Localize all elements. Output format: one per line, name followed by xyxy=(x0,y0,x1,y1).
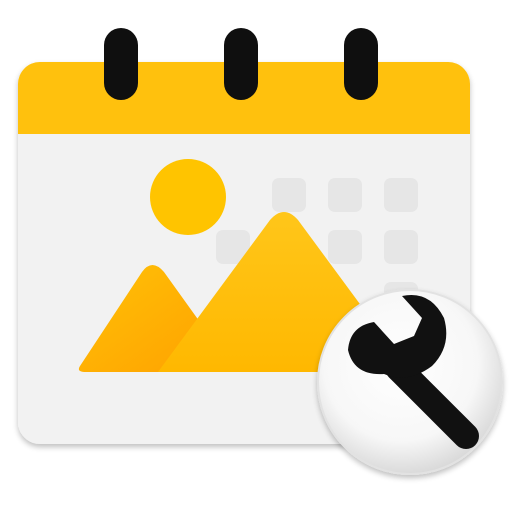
sun-icon xyxy=(150,159,226,235)
calendar-photo-settings-icon xyxy=(18,28,503,475)
binder-ring xyxy=(104,28,138,100)
calendar-cell xyxy=(328,230,362,264)
calendar-cell xyxy=(272,178,306,212)
app-icon-stage xyxy=(0,0,512,512)
calendar-cell xyxy=(384,178,418,212)
calendar-cell xyxy=(384,230,418,264)
calendar-cell xyxy=(328,178,362,212)
binder-ring xyxy=(344,28,378,100)
binder-ring xyxy=(224,28,258,100)
